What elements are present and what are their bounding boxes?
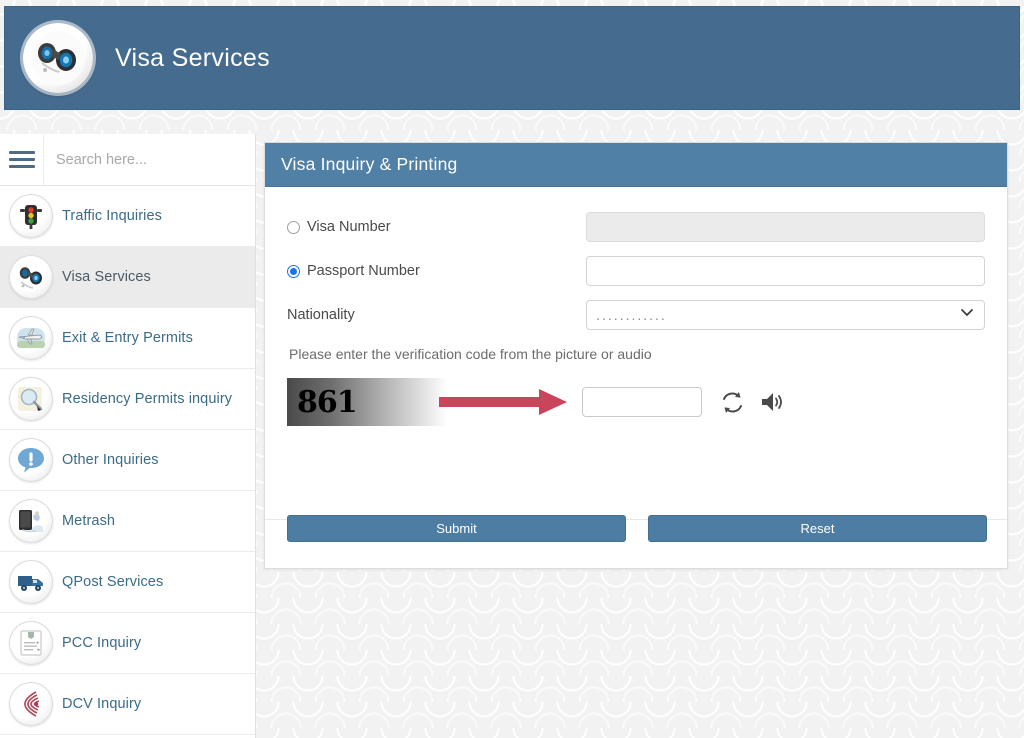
passport-number-row: Passport Number xyxy=(287,249,985,293)
sidebar-item-label: Metrash xyxy=(62,513,116,529)
nationality-select-wrap[interactable] xyxy=(586,300,985,330)
card-header: Visa Inquiry & Printing xyxy=(265,143,1007,187)
action-buttons: Submit Reset xyxy=(287,515,987,542)
sidebar-item-label: Exit & Entry Permits xyxy=(62,330,193,346)
binoculars-icon xyxy=(23,23,93,93)
captcha-code-text: 861 xyxy=(297,384,358,420)
traffic-light-icon xyxy=(9,194,53,238)
delivery-truck-icon xyxy=(9,560,53,604)
visa-number-input[interactable] xyxy=(586,212,985,242)
sidebar-item-label: Visa Services xyxy=(62,269,151,285)
hamburger-menu-icon[interactable] xyxy=(0,134,44,185)
passport-number-radio[interactable] xyxy=(287,264,300,278)
nationality-select[interactable] xyxy=(586,300,985,330)
tablet-device-icon xyxy=(9,499,53,543)
captcha-input[interactable] xyxy=(582,387,702,417)
sidebar-item-dcv-inquiry[interactable]: DCV Inquiry xyxy=(0,674,255,735)
speaker-icon[interactable] xyxy=(759,390,785,414)
refresh-icon[interactable] xyxy=(720,390,745,415)
visa-number-label-group: Visa Number xyxy=(287,219,586,235)
certificate-icon xyxy=(9,621,53,665)
sidebar-item-traffic-inquiries[interactable]: Traffic Inquiries xyxy=(0,186,255,247)
sidebar-search-row xyxy=(0,134,255,186)
visa-number-label: Visa Number xyxy=(307,219,391,235)
nationality-label: Nationality xyxy=(287,307,355,323)
sidebar-item-label: Other Inquiries xyxy=(62,452,159,468)
visa-number-radio[interactable] xyxy=(287,220,300,234)
passport-number-label: Passport Number xyxy=(307,263,420,279)
sidebar: Traffic Inquiries Visa Services xyxy=(0,134,256,738)
card-title: Visa Inquiry & Printing xyxy=(281,154,458,174)
nationality-row: Nationality xyxy=(287,293,985,337)
right-arrow-annotation xyxy=(439,388,569,416)
visa-number-row: Visa Number xyxy=(287,205,985,249)
search-input[interactable] xyxy=(44,134,255,185)
magnifier-icon xyxy=(9,377,53,421)
passport-number-label-group: Passport Number xyxy=(287,263,586,279)
sidebar-item-label: PCC Inquiry xyxy=(62,635,142,651)
airplane-icon xyxy=(9,316,53,360)
visa-inquiry-card: Visa Inquiry & Printing Visa Number Pass… xyxy=(264,142,1008,569)
page-title: Visa Services xyxy=(115,43,270,72)
captcha-row: 861 xyxy=(287,378,985,426)
reset-button[interactable]: Reset xyxy=(648,515,987,542)
fingerprint-icon xyxy=(9,682,53,726)
binoculars-icon xyxy=(9,255,53,299)
info-bubble-icon xyxy=(9,438,53,482)
passport-number-input[interactable] xyxy=(586,256,985,286)
submit-button[interactable]: Submit xyxy=(287,515,626,542)
sidebar-item-visa-services[interactable]: Visa Services xyxy=(0,247,255,308)
sidebar-item-metrash[interactable]: Metrash xyxy=(0,491,255,552)
sidebar-item-label: DCV Inquiry xyxy=(62,696,142,712)
sidebar-item-qpost-services[interactable]: QPost Services xyxy=(0,552,255,613)
sidebar-item-pcc-inquiry[interactable]: PCC Inquiry xyxy=(0,613,255,674)
sidebar-item-label: Traffic Inquiries xyxy=(62,208,163,224)
app-header: Visa Services xyxy=(4,6,1020,110)
sidebar-item-label: Residency Permits inquiry xyxy=(62,391,233,407)
content-area: Visa Inquiry & Printing Visa Number Pass… xyxy=(256,134,1024,738)
card-body: Visa Number Passport Number Nationality xyxy=(265,187,1007,520)
captcha-image: 861 xyxy=(287,378,447,426)
sidebar-item-residency-permits-inquiry[interactable]: Residency Permits inquiry xyxy=(0,369,255,430)
sidebar-item-exit-entry-permits[interactable]: Exit & Entry Permits xyxy=(0,308,255,369)
sidebar-item-label: QPost Services xyxy=(62,574,164,590)
captcha-hint: Please enter the verification code from … xyxy=(289,346,652,362)
sidebar-item-other-inquiries[interactable]: Other Inquiries xyxy=(0,430,255,491)
